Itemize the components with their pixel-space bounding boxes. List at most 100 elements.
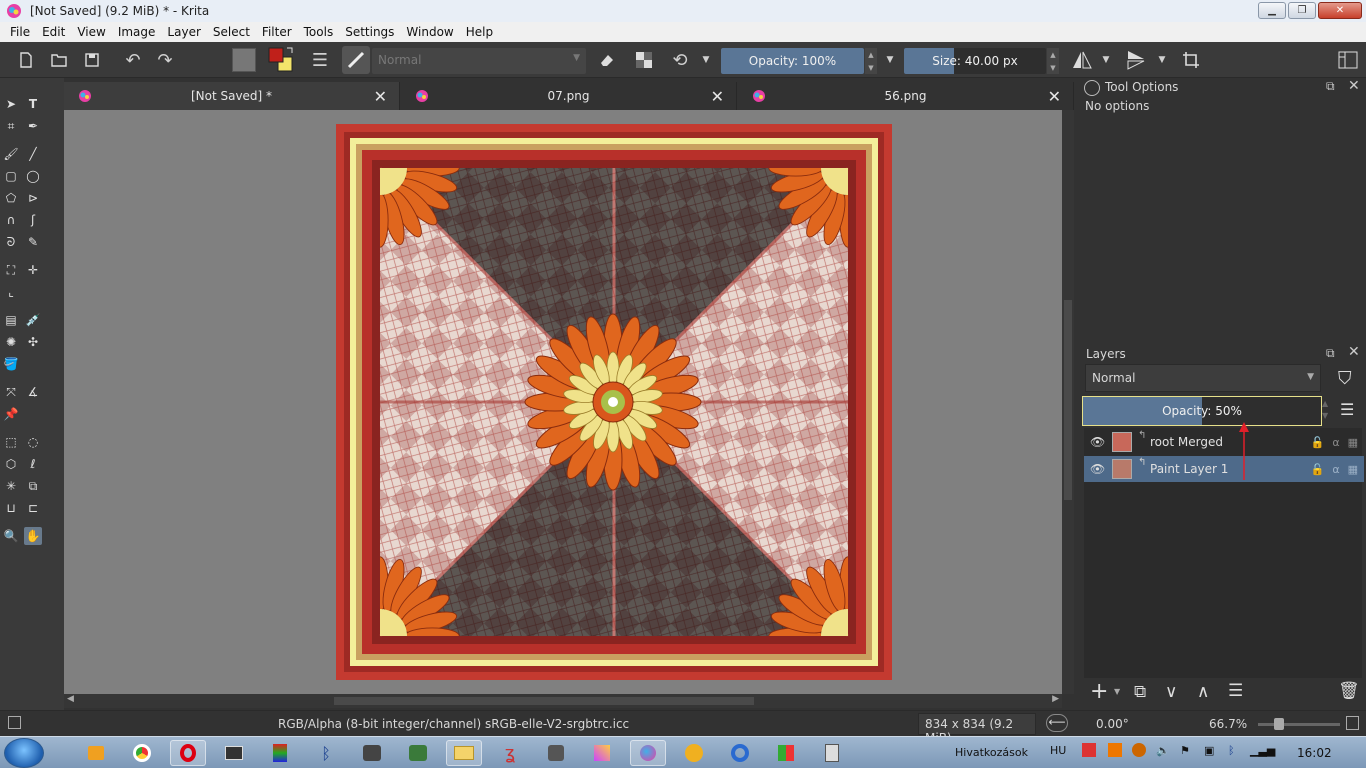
lock-icon[interactable]: 🔓 — [1311, 463, 1325, 476]
visibility-eye-icon[interactable]: 👁 — [1090, 435, 1105, 449]
smart-patch-icon[interactable]: ✣ — [24, 333, 42, 351]
assistant-tool-icon[interactable]: ⤧ — [2, 383, 20, 401]
color-swatch-icon[interactable] — [266, 45, 296, 75]
polygon-select-icon[interactable]: ⬡ — [2, 455, 20, 473]
measure-tool-icon[interactable]: ∡ — [24, 383, 42, 401]
app-icon[interactable] — [676, 740, 712, 766]
menu-help[interactable]: Help — [460, 25, 499, 39]
krita-taskbar-icon[interactable] — [630, 740, 666, 766]
brush-blend-mode-select[interactable]: Normal ▼ — [372, 48, 586, 74]
maximize-button[interactable]: ❐ — [1288, 2, 1316, 19]
chevron-down-icon[interactable]: ▼ — [1100, 50, 1112, 70]
move-layer-up-icon[interactable]: ∧ — [1197, 682, 1209, 702]
bezier-select-icon[interactable]: ⊔ — [2, 499, 20, 517]
undo-icon[interactable]: ↶ — [123, 50, 143, 71]
minimize-button[interactable]: ▁ — [1258, 2, 1286, 19]
app-icon[interactable]: ʓ — [492, 740, 528, 766]
app-icon[interactable] — [768, 740, 804, 766]
opera-icon[interactable] — [170, 740, 206, 766]
opacity-spin-buttons[interactable]: ▲ ▼ — [865, 48, 877, 74]
rect-select-icon[interactable]: ⬚ — [2, 433, 20, 451]
menu-file[interactable]: File — [4, 25, 36, 39]
app-icon[interactable] — [262, 740, 298, 766]
selection-mode-icon[interactable] — [8, 716, 21, 729]
line-tool-icon[interactable]: ╱ — [24, 145, 42, 163]
inherit-alpha-icon[interactable]: ▦ — [1348, 463, 1358, 476]
vertical-scrollbar[interactable] — [1062, 110, 1074, 694]
gradient-tool-icon[interactable]: ▤ — [2, 311, 20, 329]
canvas-area[interactable] — [64, 110, 1062, 694]
file-explorer-icon[interactable] — [446, 740, 482, 766]
tray-app-icon[interactable] — [1132, 743, 1146, 757]
freehand-brush-icon[interactable]: 🖌 — [2, 145, 20, 163]
brush-size-slider[interactable]: Size: 40.00 px — [904, 48, 1046, 74]
scroll-thumb[interactable] — [334, 697, 754, 705]
tab-56-png[interactable]: 56.png ✕ — [738, 82, 1074, 110]
eraser-icon[interactable] — [597, 50, 617, 70]
brush-preset-icon[interactable] — [342, 46, 370, 74]
media-player-icon[interactable] — [78, 740, 114, 766]
close-tab-icon[interactable]: ✕ — [1048, 87, 1061, 106]
scroll-left-icon[interactable]: ◀ — [67, 694, 74, 704]
menu-settings[interactable]: Settings — [339, 25, 400, 39]
reference-tool-icon[interactable]: 📌 — [2, 405, 20, 423]
crop-icon[interactable] — [1181, 50, 1201, 70]
filter-icon[interactable]: ⛉ — [1338, 368, 1352, 389]
app-icon[interactable] — [354, 740, 390, 766]
color-picker-icon[interactable]: 💉 — [24, 311, 42, 329]
tab-not-saved[interactable]: [Not Saved] * ✕ — [64, 82, 400, 110]
redo-icon[interactable]: ↷ — [155, 50, 175, 71]
fullscreen-icon[interactable] — [1346, 716, 1359, 730]
tab-07-png[interactable]: 07.png ✕ — [401, 82, 737, 110]
horizontal-scrollbar[interactable]: ◀ ▶ — [64, 694, 1062, 708]
layer-row-root-merged[interactable]: 👁 ↰ root Merged 🔓 α ▦ — [1084, 429, 1364, 455]
calligraphy-icon[interactable]: ✒ — [24, 117, 42, 135]
move-layer-down-icon[interactable]: ∨ — [1165, 682, 1177, 702]
bezier-tool-icon[interactable]: ∩ — [2, 211, 20, 229]
menu-filter[interactable]: Filter — [256, 25, 298, 39]
menu-image[interactable]: Image — [112, 25, 162, 39]
flag-icon[interactable]: ⚑ — [1180, 744, 1190, 757]
freehand-path-icon[interactable]: ʃ — [24, 211, 42, 229]
zoom-slider-track[interactable] — [1258, 723, 1340, 726]
tray-links-text[interactable]: Hivatkozások — [955, 746, 1028, 759]
close-window-button[interactable]: ✕ — [1318, 2, 1362, 19]
close-tab-icon[interactable]: ✕ — [711, 87, 724, 106]
preserve-alpha-icon[interactable] — [634, 50, 654, 70]
dynamic-brush-icon[interactable]: ᘐ — [2, 233, 20, 251]
lasso-select-icon[interactable]: ℓ — [24, 455, 42, 473]
transform-tool-icon[interactable]: ⛶ — [2, 261, 20, 279]
bluetooth-icon[interactable]: ᛒ — [308, 740, 344, 766]
similar-select-icon[interactable]: ⧉ — [24, 477, 42, 495]
add-layer-icon[interactable]: + — [1090, 679, 1108, 704]
bluetooth-icon[interactable]: ᛒ — [1228, 744, 1235, 757]
layer-blend-mode-select[interactable]: Normal ▼ — [1085, 364, 1321, 392]
workspace-icon[interactable] — [1338, 50, 1358, 70]
size-spin-buttons[interactable]: ▲ ▼ — [1047, 48, 1059, 74]
alpha-lock-icon[interactable]: α — [1332, 463, 1339, 476]
multibrush-icon[interactable]: ✎ — [24, 233, 42, 251]
ellipse-tool-icon[interactable]: ◯ — [24, 167, 42, 185]
tray-app-icon[interactable] — [1082, 743, 1096, 757]
ellipse-select-icon[interactable]: ◌ — [24, 433, 42, 451]
tray-app-icon[interactable] — [1108, 743, 1122, 757]
chevron-down-icon[interactable]: ▼ — [1156, 50, 1168, 70]
select-shapes-icon[interactable]: ➤ — [2, 95, 20, 113]
text-tool-icon[interactable]: T — [24, 95, 42, 113]
menu-edit[interactable]: Edit — [36, 25, 71, 39]
close-tab-icon[interactable]: ✕ — [374, 87, 387, 106]
chevron-down-icon[interactable]: ▼ — [700, 50, 712, 70]
scroll-right-icon[interactable]: ▶ — [1052, 694, 1059, 704]
layer-opacity-spin[interactable]: ▲ ▼ — [1322, 398, 1328, 422]
new-document-icon[interactable] — [16, 50, 36, 70]
mirror-horizontal-icon[interactable] — [1072, 50, 1092, 70]
menu-window[interactable]: Window — [400, 25, 459, 39]
zoom-tool-icon[interactable]: 🔍 — [2, 527, 20, 545]
duplicate-layer-icon[interactable]: ⧉ — [1134, 682, 1146, 702]
language-indicator[interactable]: HU — [1050, 744, 1066, 757]
chevron-down-icon[interactable]: ▼ — [884, 50, 896, 70]
chevron-down-icon[interactable]: ▼ — [1114, 687, 1120, 696]
calculator-icon[interactable] — [814, 740, 850, 766]
pattern-preset-icon[interactable] — [232, 48, 256, 72]
inherit-alpha-icon[interactable]: ▦ — [1348, 436, 1358, 449]
